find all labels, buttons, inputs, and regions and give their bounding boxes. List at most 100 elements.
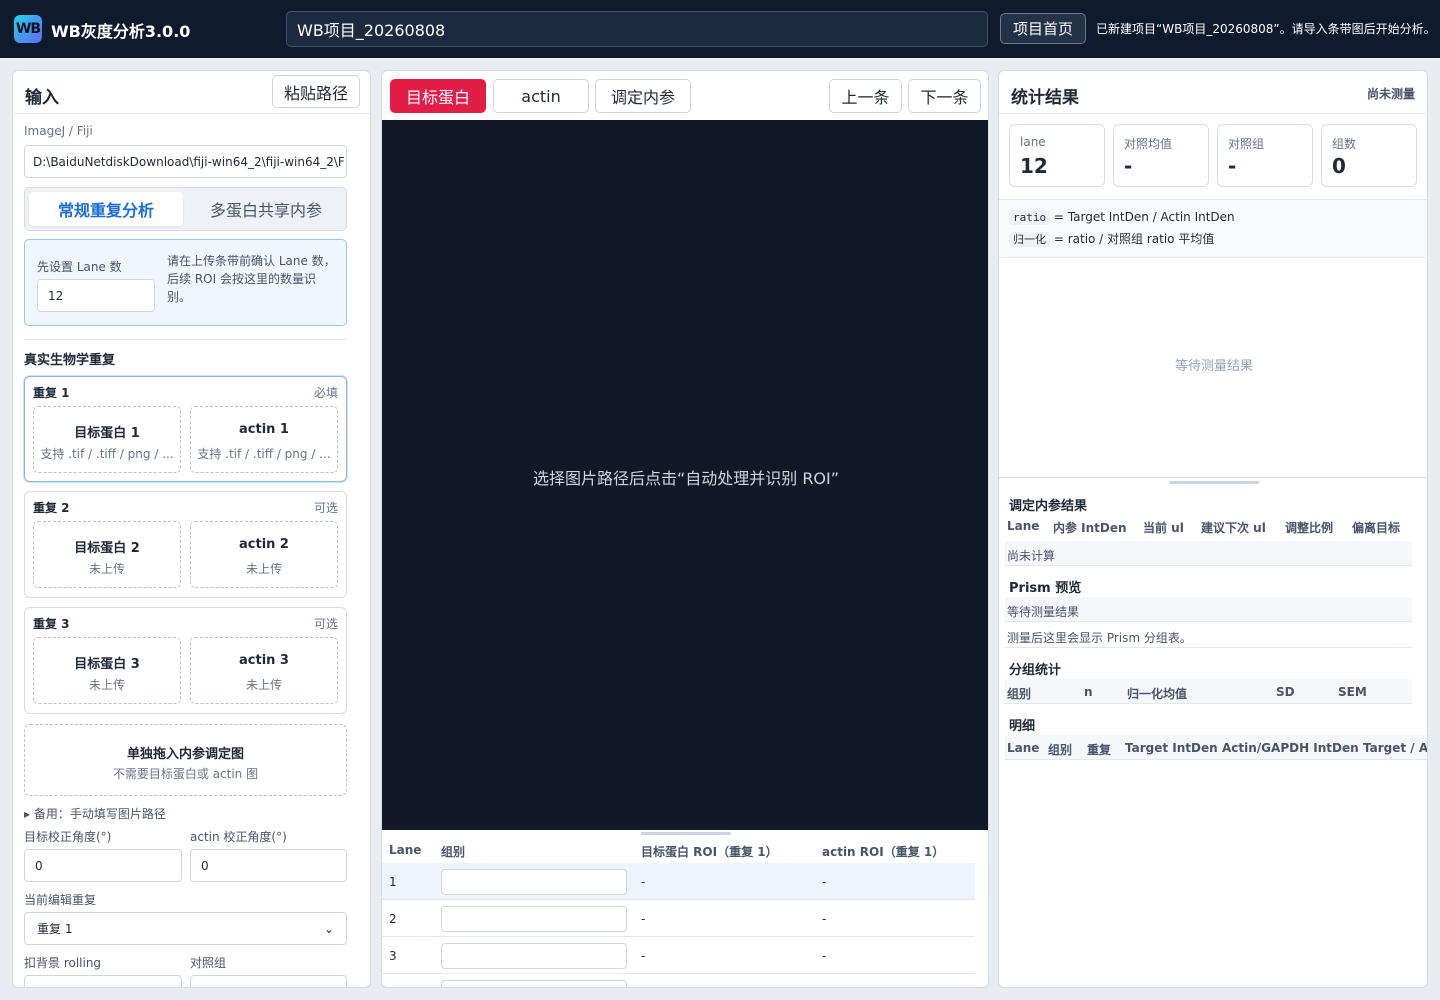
select-value: 重复 1 [37, 922, 73, 936]
card-value: 0 [1332, 154, 1346, 178]
divider [999, 113, 1427, 114]
table-row[interactable]: 1 - - [382, 863, 975, 900]
card-key: 组数 [1332, 137, 1357, 151]
slot-title: 目标蛋白 2 [74, 541, 140, 556]
next-button[interactable]: 下一条 [908, 79, 981, 113]
edit-replicate-select[interactable]: 重复 1 ⌄ [24, 912, 347, 945]
manual-path-toggle[interactable]: ▸ 备用：手动填写图片路径 [24, 805, 166, 822]
table-row: 尚未计算 [1005, 541, 1412, 566]
project-home-button[interactable]: 项目首页 [1000, 13, 1086, 44]
tab-ref-calibration[interactable]: 调定内参 [595, 79, 691, 113]
card-value: - [1124, 154, 1133, 178]
replicate-card-3[interactable]: 重复 3 可选 目标蛋白 3 未上传 actin 3 未上传 [24, 607, 347, 714]
table-row[interactable]: 2 - - [382, 900, 975, 937]
col-header: Target / Ac [1363, 741, 1428, 755]
table-row[interactable]: 3 - - [382, 937, 975, 974]
stat-card-group-count: 组数 0 [1321, 124, 1417, 187]
actin-angle-label: actin 校正角度(°) [190, 830, 287, 844]
stats-title: 统计结果 [1011, 88, 1079, 108]
col-header: SEM [1338, 685, 1367, 699]
empty-text: 等待测量结果 [1007, 605, 1080, 619]
rolling-label: 扣背景 rolling [24, 956, 102, 970]
row-actin-roi: - [822, 912, 827, 926]
slot-title: 目标蛋白 3 [74, 657, 140, 672]
replicate-name: 重复 2 [33, 501, 70, 515]
stats-panel: 统计结果 尚未测量 lane 12 对照均值 - 对照组 - 组数 0 rati… [998, 70, 1428, 988]
card-key: lane [1020, 135, 1046, 149]
fiji-label: ImageJ / Fiji [24, 124, 93, 138]
canvas-message: 选择图片路径后点击“自动处理并识别 ROI” [532, 469, 840, 488]
slot-subtitle: 未上传 [245, 562, 282, 576]
detail-title: 明细 [1009, 719, 1036, 734]
col-header: 内参 IntDen [1053, 521, 1127, 535]
roi-header-lane: Lane [389, 843, 422, 857]
ref-image-dropzone[interactable]: 单独拖入内参调定图 不需要目标蛋白或 actin 图 [24, 724, 347, 796]
measure-status: 尚未测量 [1366, 87, 1415, 101]
group-input[interactable] [441, 869, 627, 895]
dropzone-subtitle: 不需要目标蛋白或 actin 图 [112, 767, 259, 781]
target-upload-slot-1[interactable]: 目标蛋白 1 支持 .tif / .tiff / png / ... [33, 406, 181, 473]
roi-header-actin: actin ROI（重复 1） [822, 845, 945, 859]
actin-angle-input[interactable]: 0 [190, 849, 347, 882]
control-group-select[interactable] [190, 975, 347, 987]
input-panel-title: 输入 [25, 88, 59, 108]
mode-regular-tab[interactable]: 常规重复分析 [29, 192, 183, 226]
formula-box: ratio = Target IntDen / Actin IntDen 归一化… [999, 199, 1427, 258]
row-target-roi: - [641, 949, 646, 963]
lane-count-input[interactable]: 12 [37, 279, 155, 312]
lane-count-label: 先设置 Lane 数 [37, 260, 122, 274]
prev-button[interactable]: 上一条 [829, 79, 902, 113]
col-header: n [1084, 685, 1093, 699]
table-row[interactable] [382, 974, 975, 987]
tab-target-protein[interactable]: 目标蛋白 [390, 79, 486, 113]
card-value: 12 [1020, 154, 1048, 178]
col-header: 调整比例 [1285, 521, 1334, 535]
row-lane: 1 [389, 875, 397, 889]
col-header: Actin/GAPDH IntDen [1222, 741, 1359, 755]
col-header: SD [1276, 685, 1295, 699]
empty-text: 尚未计算 [1007, 549, 1056, 563]
wait-message: 等待测量结果 [1174, 359, 1253, 374]
col-header: 重复 [1087, 743, 1112, 757]
group-input[interactable] [441, 980, 627, 987]
rolling-input[interactable] [24, 975, 182, 987]
replicate-name: 重复 1 [33, 386, 70, 400]
col-header: 偏离目标 [1352, 521, 1401, 535]
target-angle-input[interactable]: 0 [24, 849, 182, 882]
resize-handle[interactable] [641, 832, 731, 835]
replicates-title: 真实生物学重复 [24, 353, 116, 368]
target-angle-label: 目标校正角度(°) [24, 830, 112, 844]
slot-subtitle: 未上传 [88, 562, 125, 576]
roi-header-target: 目标蛋白 ROI（重复 1） [641, 845, 778, 859]
col-header: Lane [1007, 741, 1040, 755]
top-bar: WB WB灰度分析3.0.0 项目首页 已新建项目“WB项目_20260808”… [0, 0, 1440, 58]
replicate-tag: 必填 [313, 386, 338, 400]
replicate-card-1[interactable]: 重复 1 必填 目标蛋白 1 支持 .tif / .tiff / png / .… [24, 376, 347, 482]
project-name-input[interactable] [286, 11, 988, 47]
col-header: 建议下次 ul [1201, 521, 1266, 535]
formula-text: = Target IntDen / Actin IntDen [1053, 210, 1235, 224]
group-input[interactable] [441, 943, 627, 969]
fiji-path-input[interactable]: D:\BaiduNetdiskDownload\fiji-win64_2\fij… [24, 145, 347, 178]
target-upload-slot-2[interactable]: 目标蛋白 2 未上传 [33, 521, 181, 588]
target-upload-slot-3[interactable]: 目标蛋白 3 未上传 [33, 637, 181, 704]
formula-text: = ratio / 对照组 ratio 平均值 [1053, 232, 1215, 246]
paste-path-button[interactable]: 粘贴路径 [272, 75, 360, 108]
actin-upload-slot-3[interactable]: actin 3 未上传 [190, 637, 338, 704]
table-row: 等待测量结果 [1005, 597, 1412, 622]
table-row: 测量后这里会显示 Prism 分组表。 [1005, 623, 1412, 648]
row-lane: 3 [389, 949, 397, 963]
lane-hint: 请在上传条带前确认 Lane 数，后续 ROI 会按这里的数量识别。 [167, 254, 336, 304]
slot-subtitle: 未上传 [88, 678, 125, 692]
actin-upload-slot-2[interactable]: actin 2 未上传 [190, 521, 338, 588]
slot-subtitle: 支持 .tif / .tiff / png / ... [40, 447, 174, 461]
resize-handle[interactable] [1169, 481, 1259, 484]
col-header: 组别 [1048, 743, 1073, 757]
tab-actin[interactable]: actin [493, 79, 589, 113]
group-input[interactable] [441, 906, 627, 932]
row-actin-roi: - [822, 875, 827, 889]
mode-shared-ref-tab[interactable]: 多蛋白共享内参 [189, 192, 343, 226]
actin-upload-slot-1[interactable]: actin 1 支持 .tif / .tiff / png / ... [190, 406, 338, 473]
replicate-card-2[interactable]: 重复 2 可选 目标蛋白 2 未上传 actin 2 未上传 [24, 491, 347, 598]
slot-title: actin 3 [239, 653, 289, 668]
